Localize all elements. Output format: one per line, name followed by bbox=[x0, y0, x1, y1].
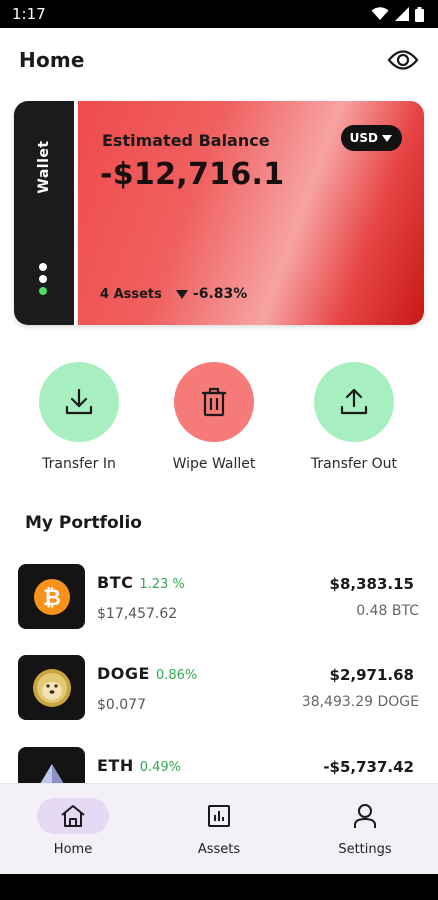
status-time: 1:17 bbox=[12, 5, 46, 23]
portfolio-title: My Portfolio bbox=[25, 513, 142, 533]
toggle-visibility-button[interactable] bbox=[386, 43, 420, 77]
nav-label: Settings bbox=[338, 842, 392, 857]
wallet-pager-dots[interactable] bbox=[39, 263, 47, 295]
coin-amount: 38,493.29 DOGE bbox=[301, 694, 419, 710]
signal-icon bbox=[395, 7, 409, 21]
wipe-wallet-button[interactable]: Wipe Wallet bbox=[154, 362, 274, 472]
coin-symbol: DOGE 0.86% bbox=[97, 664, 198, 683]
coin-symbol: BTC 1.23 % bbox=[97, 573, 185, 592]
balance-change: -6.83% bbox=[175, 286, 248, 302]
assets-count: 4 Assets bbox=[100, 286, 162, 302]
wallet-card-main: Estimated Balance -$12,716.1 USD 4 Asset… bbox=[78, 101, 424, 325]
system-gesture-bar bbox=[0, 874, 438, 900]
wallet-card-side: Wallet bbox=[14, 101, 74, 325]
status-icons bbox=[371, 6, 424, 22]
caret-down-icon bbox=[382, 134, 392, 142]
eye-icon bbox=[387, 50, 419, 70]
app-header: Home bbox=[0, 28, 438, 92]
svg-text:₿: ₿ bbox=[43, 586, 61, 611]
quick-actions: Transfer In Wipe Wallet Transfer Out bbox=[0, 362, 438, 482]
balance-label: Estimated Balance bbox=[102, 131, 270, 150]
wallet-side-label: Wallet bbox=[36, 140, 52, 194]
transfer-out-label: Transfer Out bbox=[310, 456, 398, 472]
pager-dot bbox=[39, 263, 47, 271]
battery-icon bbox=[415, 6, 424, 22]
upload-icon bbox=[340, 388, 368, 415]
coin-price: $17,457.62 bbox=[97, 606, 178, 622]
status-bar: 1:17 bbox=[0, 0, 438, 28]
bitcoin-icon: ₿ bbox=[18, 564, 85, 629]
nav-assets-indicator[interactable] bbox=[183, 798, 255, 834]
trash-icon bbox=[202, 387, 226, 417]
coin-amount: 0.48 BTC bbox=[356, 603, 419, 619]
coin-change: 1.23 % bbox=[139, 577, 185, 592]
bottom-navigation: Home Assets Settings bbox=[0, 783, 438, 874]
person-icon bbox=[354, 804, 376, 828]
nav-home-indicator[interactable] bbox=[37, 798, 109, 834]
currency-label: USD bbox=[349, 131, 378, 145]
wipe-wallet-circle[interactable] bbox=[174, 362, 254, 442]
wallet-card-footer: 4 Assets -6.83% bbox=[100, 286, 247, 302]
coin-value: $8,383.15 bbox=[329, 575, 414, 593]
dogecoin-icon bbox=[18, 655, 85, 720]
download-icon bbox=[65, 388, 93, 415]
transfer-in-button[interactable]: Transfer In bbox=[19, 362, 139, 472]
nav-label: Assets bbox=[197, 842, 241, 857]
wifi-icon bbox=[371, 7, 389, 20]
balance-change-value: -6.83% bbox=[192, 286, 248, 302]
chart-icon bbox=[208, 805, 230, 827]
transfer-in-label: Transfer In bbox=[42, 456, 116, 472]
coin-symbol: ETH 0.49% bbox=[97, 756, 182, 775]
nav-item-assets[interactable]: Assets bbox=[169, 798, 269, 857]
balance-value: -$12,716.1 bbox=[100, 157, 285, 192]
nav-settings-indicator[interactable] bbox=[329, 798, 401, 834]
coin-value: $2,971.68 bbox=[329, 666, 414, 684]
ethereum-icon bbox=[18, 747, 85, 783]
nav-item-home[interactable]: Home bbox=[23, 798, 123, 857]
pager-dot-active bbox=[39, 287, 47, 295]
currency-selector[interactable]: USD bbox=[340, 125, 402, 151]
wipe-wallet-label: Wipe Wallet bbox=[172, 456, 256, 472]
wallet-card[interactable]: Wallet Estimated Balance -$12,716.1 USD … bbox=[14, 101, 424, 325]
list-item[interactable]: ETH 0.49% -$5,737.42 bbox=[0, 743, 438, 783]
coin-price: $0.077 bbox=[97, 697, 146, 713]
triangle-down-icon bbox=[175, 289, 188, 299]
pager-dot bbox=[39, 275, 47, 283]
transfer-out-button[interactable]: Transfer Out bbox=[294, 362, 414, 472]
transfer-in-circle[interactable] bbox=[39, 362, 119, 442]
list-item[interactable]: DOGE 0.86% $0.077 $2,971.68 38,493.29 DOG… bbox=[0, 651, 438, 721]
nav-label: Home bbox=[53, 842, 93, 857]
portfolio-list[interactable]: ₿ BTC 1.23 % $17,457.62 $8,383.15 0.48 BT… bbox=[0, 555, 438, 783]
nav-item-settings[interactable]: Settings bbox=[315, 798, 415, 857]
transfer-out-circle[interactable] bbox=[314, 362, 394, 442]
coin-change: 0.49% bbox=[139, 760, 182, 775]
list-item[interactable]: ₿ BTC 1.23 % $17,457.62 $8,383.15 0.48 BT… bbox=[0, 560, 438, 630]
coin-change: 0.86% bbox=[155, 668, 198, 683]
page-title: Home bbox=[19, 48, 85, 72]
coin-value: -$5,737.42 bbox=[323, 758, 414, 776]
home-icon bbox=[61, 805, 85, 827]
